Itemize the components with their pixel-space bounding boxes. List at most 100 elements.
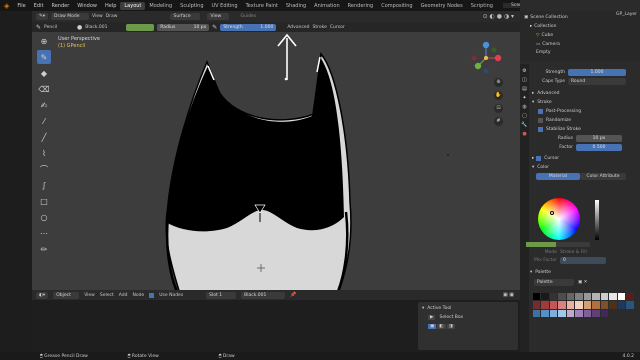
palette-swatch[interactable] (549, 301, 557, 309)
pressure-icon[interactable]: ✎ (212, 24, 217, 31)
tool-tab-icon[interactable]: ⚙ (522, 68, 526, 74)
color-picker-handle[interactable] (550, 211, 554, 215)
stabilize-row[interactable]: Stabilize Stroke (532, 125, 636, 134)
palette-swatch[interactable] (592, 292, 600, 300)
tab-animation[interactable]: Animation (310, 2, 344, 10)
menu-window[interactable]: Window (73, 3, 101, 9)
interpolate-tool-icon[interactable]: ⋯ (37, 226, 51, 240)
world-tab-icon[interactable]: ◍ (522, 104, 526, 110)
palette-swatch[interactable] (583, 309, 591, 317)
guides-toggle[interactable]: Guides (240, 14, 256, 19)
pin-icon[interactable]: 📌 (290, 292, 296, 298)
stroke-panel-header[interactable]: ▾ Stroke (532, 98, 636, 107)
circle-tool-icon[interactable]: ○ (37, 210, 51, 224)
fill-tool-icon[interactable]: ◆ (37, 66, 51, 80)
palette-swatch[interactable] (558, 301, 566, 309)
palette-swatch[interactable] (600, 301, 608, 309)
annotate-tool-icon[interactable]: ✏ (37, 242, 51, 256)
tint-tool-icon[interactable]: ✍ (37, 98, 51, 112)
radius-field[interactable]: 10 px (576, 135, 622, 142)
palette-swatch[interactable] (549, 309, 557, 317)
advanced-dropdown[interactable]: Advanced (287, 25, 309, 30)
tab-color-attribute[interactable]: Color Attribute (580, 173, 626, 180)
tab-material[interactable]: Material (536, 173, 580, 180)
scene-tab-icon[interactable]: ✦ (522, 95, 526, 101)
box-tool-icon[interactable]: □ (37, 194, 51, 208)
stroke-dropdown[interactable]: Stroke (313, 25, 327, 30)
zoom-icon[interactable]: ⊕ (494, 78, 503, 87)
tab-sculpting[interactable]: Sculpting (176, 2, 207, 10)
palette-swatch[interactable] (566, 292, 574, 300)
palette-swatch[interactable] (558, 309, 566, 317)
factor-field[interactable]: 0.500 (576, 144, 622, 151)
palette-swatch[interactable] (600, 292, 608, 300)
radius-field[interactable]: Radius 10 px (157, 23, 210, 31)
palette-swatch[interactable] (575, 292, 583, 300)
eyedropper-tool-icon[interactable]: ⁄ (37, 114, 51, 128)
secondary-color-swatch[interactable] (556, 242, 590, 247)
menu-view[interactable]: View (92, 14, 103, 19)
material-name[interactable]: Black.001 (85, 25, 123, 30)
slot-dropdown[interactable]: Slot 1 (206, 291, 237, 299)
active-tool-header[interactable]: ▾ Active Tool (422, 304, 514, 313)
palette-swatch[interactable] (575, 309, 583, 317)
outliner-item[interactable]: Empty (524, 49, 636, 55)
tab-shading[interactable]: Shading (282, 2, 310, 10)
select-subtract-icon[interactable]: ◨ (446, 324, 455, 329)
select-new-icon[interactable]: ▣ (428, 324, 437, 329)
line-tool-icon[interactable]: ╱ (37, 130, 51, 144)
tab-geometry-nodes[interactable]: Geometry Nodes (417, 2, 467, 10)
cursor-panel-header[interactable]: ▸ Cursor (532, 154, 636, 163)
outliner-item[interactable]: ▭ Camera (524, 40, 636, 49)
arc-tool-icon[interactable]: ⌒ (37, 162, 51, 176)
menu-add[interactable]: Add (119, 293, 128, 298)
object-dropdown[interactable]: Object (53, 291, 80, 299)
menu-help[interactable]: Help (101, 3, 120, 9)
select-box-icon[interactable]: ▶ (428, 315, 436, 320)
palette-swatch[interactable] (575, 301, 583, 309)
erase-tool-icon[interactable]: ⌫ (37, 82, 51, 96)
menu-node[interactable]: Node (132, 293, 144, 298)
palette-swatch[interactable] (626, 301, 634, 309)
cursor-tool-icon[interactable]: ⊕ (37, 34, 51, 48)
menu-select[interactable]: Select (100, 293, 114, 298)
select-extend-icon[interactable]: ◧ (437, 324, 446, 329)
tab-scripting[interactable]: Scripting (467, 2, 497, 10)
value-slider[interactable] (595, 200, 599, 240)
palette-swatch[interactable] (549, 292, 557, 300)
tab-compositing[interactable]: Compositing (377, 2, 416, 10)
output-tab-icon[interactable]: ▤ (522, 86, 527, 92)
palette-swatch[interactable] (583, 292, 591, 300)
camera-view-icon[interactable]: ⊡ (494, 104, 503, 113)
color-field[interactable] (126, 23, 155, 31)
color-panel-header[interactable]: ▾ Color (532, 163, 636, 172)
polyline-tool-icon[interactable]: ⌇ (37, 146, 51, 160)
palette-panel-header[interactable]: ▾ Palette (530, 268, 551, 277)
modifier-tab-icon[interactable]: 🔧 (521, 122, 527, 128)
placement-dropdown[interactable]: Surface (170, 13, 201, 20)
mix-field[interactable]: 0 (560, 257, 606, 264)
checkbox-checked-icon[interactable] (538, 109, 543, 114)
palette-swatch[interactable] (626, 292, 634, 300)
outliner-item[interactable]: ▽ Cube (524, 31, 636, 40)
checkbox-checked-icon[interactable] (538, 127, 543, 132)
palette-swatch[interactable] (617, 292, 625, 300)
menu-edit[interactable]: Edit (30, 3, 48, 9)
palette-swatch[interactable] (541, 309, 549, 317)
outliner-item[interactable]: ▸ Collection (524, 22, 636, 31)
object-tab-icon[interactable]: ▢ (522, 113, 527, 119)
palette-swatch[interactable] (532, 301, 540, 309)
mode-dropdown[interactable]: Draw Mode (51, 13, 90, 20)
palette-swatch[interactable] (532, 292, 540, 300)
select-box-row[interactable]: ▶ Select Box (422, 313, 514, 322)
editor-type-button[interactable]: ✎▾ (36, 13, 49, 20)
palette-swatch[interactable] (609, 301, 617, 309)
palette-swatch[interactable] (609, 292, 617, 300)
palette-swatch[interactable] (566, 301, 574, 309)
draw-tool-icon[interactable]: ✎ (37, 50, 51, 64)
palette-swatch[interactable] (583, 301, 591, 309)
palette-swatch[interactable] (532, 309, 540, 317)
strength-field[interactable]: 1.000 (568, 69, 626, 76)
menu-draw[interactable]: Draw (106, 14, 118, 19)
render-tab-icon[interactable]: ◫ (522, 77, 527, 83)
